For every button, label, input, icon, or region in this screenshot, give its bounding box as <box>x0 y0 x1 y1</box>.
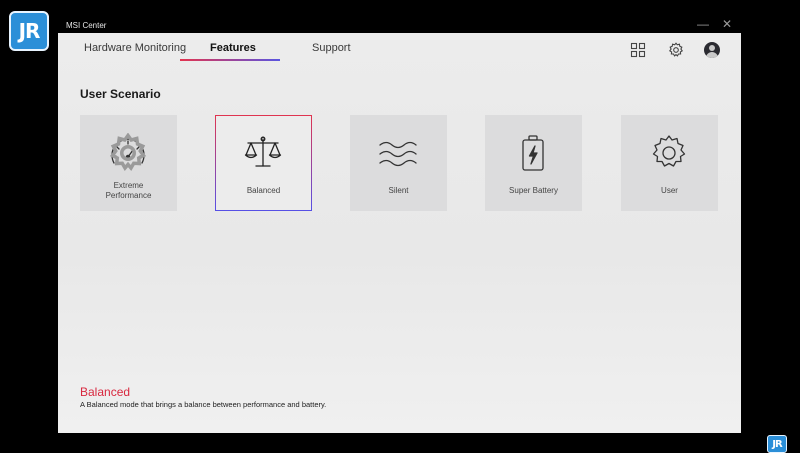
avatar[interactable] <box>704 42 720 58</box>
watermark-text: JR <box>772 438 782 450</box>
waves-icon <box>379 141 417 167</box>
scenario-card-silent[interactable]: Silent <box>350 115 447 211</box>
mode-name: Balanced <box>80 385 131 399</box>
tab-hardware-monitoring[interactable]: Hardware Monitoring <box>84 42 186 54</box>
scenario-card-user[interactable]: User <box>621 115 718 211</box>
mode-description: A Balanced mode that brings a balance be… <box>80 400 327 409</box>
gear-icon <box>652 135 686 167</box>
grid-icon[interactable] <box>630 42 646 58</box>
scenario-card-super-battery[interactable]: Super Battery <box>485 115 582 211</box>
jr-watermark: JR <box>767 435 787 453</box>
minimize-button[interactable]: — <box>697 18 709 30</box>
gear-icon[interactable] <box>108 133 148 173</box>
battery-icon <box>522 135 544 171</box>
tab-support[interactable]: Support <box>312 42 351 54</box>
tab-features[interactable]: Features <box>210 42 256 54</box>
active-tab-indicator <box>180 59 280 61</box>
avatar-head <box>709 45 715 51</box>
section-title: User Scenario <box>80 87 161 101</box>
jr-logo: JR <box>9 11 49 51</box>
app-title: MSI Center <box>66 21 107 30</box>
scenario-label: User <box>661 186 678 195</box>
avatar-body <box>706 52 718 58</box>
scenario-label: Super Battery <box>509 186 558 195</box>
scenario-label-line1: Extreme <box>113 181 144 190</box>
scenario-card-extreme-performance[interactable]: Extreme Performance <box>80 115 177 211</box>
logo-text: JR <box>18 19 41 43</box>
scenario-label-line2: Performance <box>105 191 152 200</box>
scenario-card-balanced[interactable]: Balanced <box>215 115 312 211</box>
settings-icon[interactable] <box>668 42 684 58</box>
close-button[interactable]: ✕ <box>722 18 732 30</box>
main-window: Hardware Monitoring Features Support Use… <box>58 33 741 433</box>
scale-icon <box>244 136 282 167</box>
scenario-label: Silent <box>388 186 409 195</box>
scenario-label: Balanced <box>246 186 281 195</box>
